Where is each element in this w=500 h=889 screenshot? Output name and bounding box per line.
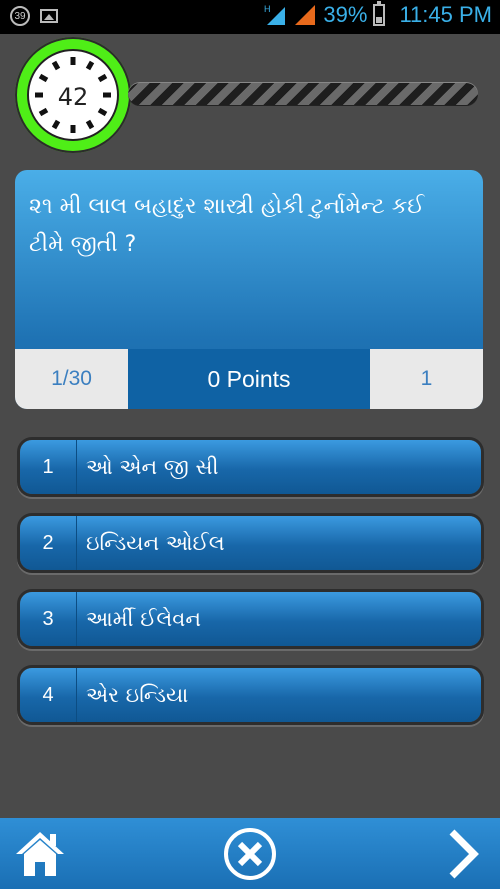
answer-option-4[interactable]: 4 એર ઇન્ડિયા bbox=[20, 668, 481, 722]
time-progress-bar bbox=[128, 82, 478, 106]
gallery-icon bbox=[40, 9, 58, 23]
status-time: 11:45 PM bbox=[399, 2, 492, 27]
answer-number: 2 bbox=[20, 516, 77, 570]
answer-number: 1 bbox=[20, 440, 77, 494]
answer-label: ઇન્ડિયન ઓઈલ bbox=[86, 530, 225, 555]
answer-label: આર્મી ઈલેવન bbox=[86, 606, 202, 631]
question-footer: 1/30 0 Points 1 bbox=[15, 349, 483, 409]
points-display: 0 Points bbox=[128, 349, 370, 409]
home-icon bbox=[16, 832, 64, 876]
timer-seconds: 42 bbox=[57, 83, 89, 111]
answer-option-2[interactable]: 2 ઇન્ડિયન ઓઈલ bbox=[20, 516, 481, 570]
close-circle-icon bbox=[224, 828, 276, 880]
chevron-right-icon bbox=[449, 829, 479, 879]
home-button[interactable] bbox=[12, 826, 68, 882]
answer-number: 3 bbox=[20, 592, 77, 646]
battery-icon bbox=[373, 1, 386, 26]
question-counter: 1/30 bbox=[15, 349, 128, 409]
signal-icon bbox=[295, 5, 316, 25]
answer-label: એર ઇન્ડિયા bbox=[86, 682, 189, 707]
answer-number: 4 bbox=[20, 668, 77, 722]
timer: 42 bbox=[15, 37, 131, 153]
bottom-bar bbox=[0, 818, 500, 889]
answer-option-1[interactable]: 1 ઓ એન જી સી bbox=[20, 440, 481, 494]
next-button[interactable] bbox=[436, 826, 492, 882]
question-text: ૨૧ મી લાલ બહાદુર શાસ્ત્રી હોકી ટુર્નામેન… bbox=[29, 194, 425, 257]
question-right-value: 1 bbox=[370, 349, 483, 409]
svg-text:H: H bbox=[264, 4, 271, 14]
quit-button[interactable] bbox=[222, 826, 278, 882]
timer-clock-face: 42 bbox=[27, 49, 119, 141]
status-bar: 39 H 39% 11:45 PM bbox=[0, 0, 500, 34]
answer-label: ઓ એન જી સી bbox=[86, 454, 219, 479]
answer-option-3[interactable]: 3 આર્મી ઈલેવન bbox=[20, 592, 481, 646]
signal-h-icon: H bbox=[264, 4, 286, 25]
question-card: ૨૧ મી લાલ બહાદુર શાસ્ત્રી હોકી ટુર્નામેન… bbox=[15, 170, 483, 409]
battery-percent: 39% bbox=[323, 2, 368, 27]
notification-badge-icon: 39 bbox=[10, 6, 30, 26]
